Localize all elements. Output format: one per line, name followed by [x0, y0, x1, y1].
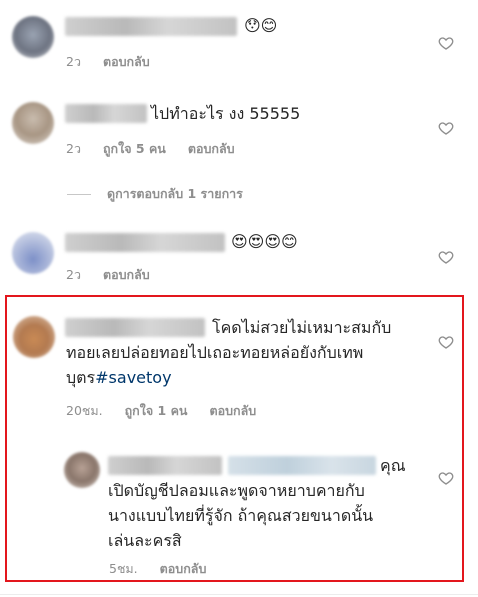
- heart-icon[interactable]: [438, 249, 454, 265]
- comment-1: 😯😊 2ว ตอบกลับ: [0, 0, 478, 80]
- comment-text-line-1: โคดไม่สวยไม่เหมาะสมกับ: [212, 318, 392, 337]
- username[interactable]: [65, 318, 205, 337]
- reply-button[interactable]: ตอบกลับ: [209, 401, 256, 421]
- comment-meta: 2ว ตอบกลับ: [66, 265, 150, 285]
- username[interactable]: [65, 17, 237, 36]
- reply-text-line-3: นางแบบไทยที่รู้จัก ถ้าคุณสวยขนาดนั้น: [108, 506, 374, 525]
- avatar[interactable]: [13, 316, 55, 358]
- reply-text-line-4: เล่นละครสิ: [108, 531, 182, 550]
- username[interactable]: [65, 233, 225, 252]
- reply-meta: 5ชม. ตอบกลับ: [109, 559, 206, 579]
- likes-count[interactable]: ถูกใจ 1 คน: [125, 401, 188, 421]
- reply-button[interactable]: ตอบกลับ: [103, 265, 150, 285]
- comment-text-end: บุตร: [66, 368, 96, 387]
- divider: [67, 193, 91, 195]
- view-replies-label: ดูการตอบกลับ 1 รายการ: [107, 186, 243, 201]
- username[interactable]: [65, 104, 147, 123]
- comment-text-line-2: ทอยเลยปล่อยทอยไปเถอะทอยหล่อยังกับเทพ: [66, 343, 364, 362]
- timestamp: 5ชม.: [109, 561, 138, 576]
- reply-text-line-2: เปิดบัญชีปลอมและพูดจาหยาบคายกับ: [108, 481, 365, 500]
- heart-icon[interactable]: [438, 470, 454, 486]
- view-replies-link[interactable]: ดูการตอบกลับ 1 รายการ: [67, 184, 243, 204]
- timestamp: 2ว: [66, 267, 81, 282]
- heart-icon[interactable]: [438, 35, 454, 51]
- comment-text-line-3: บุตร#savetoy: [66, 367, 172, 389]
- comment-meta: 20ชม. ถูกใจ 1 คน ตอบกลับ: [66, 401, 256, 421]
- username[interactable]: [108, 456, 222, 475]
- heart-icon[interactable]: [438, 334, 454, 350]
- likes-count[interactable]: ถูกใจ 5 คน: [103, 139, 166, 159]
- reply-button[interactable]: ตอบกลับ: [188, 139, 235, 159]
- reply-text-line-1: คุณ: [380, 456, 406, 475]
- comment-text: 😯😊: [244, 16, 278, 35]
- comment-text: 😍😍😍😊: [231, 232, 298, 251]
- comment-3: 😍😍😍😊 2ว ตอบกลับ: [0, 215, 478, 295]
- avatar[interactable]: [12, 232, 54, 274]
- comment-meta: 2ว ถูกใจ 5 คน ตอบกลับ: [66, 139, 235, 159]
- avatar[interactable]: [64, 452, 100, 488]
- comment-text: ไปทำอะไร งง 55555: [151, 104, 301, 123]
- reply-comment: คุณ เปิดบัญชีปลอมและพูดจาหยาบคายกับ นางแ…: [0, 440, 478, 580]
- reply-button[interactable]: ตอบกลับ: [103, 52, 150, 72]
- mentioned-username[interactable]: [228, 456, 376, 475]
- avatar[interactable]: [12, 102, 54, 144]
- timestamp: 2ว: [66, 141, 81, 156]
- reply-button[interactable]: ตอบกลับ: [160, 559, 207, 579]
- timestamp: 2ว: [66, 54, 81, 69]
- comment-meta: 2ว ตอบกลับ: [66, 52, 150, 72]
- avatar[interactable]: [12, 16, 54, 58]
- comment-4: โคดไม่สวยไม่เหมาะสมกับ ทอยเลยปล่อยทอยไปเ…: [0, 300, 478, 435]
- timestamp: 20ชม.: [66, 403, 103, 418]
- divider: [0, 594, 478, 595]
- heart-icon[interactable]: [438, 120, 454, 136]
- hashtag-link[interactable]: #savetoy: [95, 368, 171, 387]
